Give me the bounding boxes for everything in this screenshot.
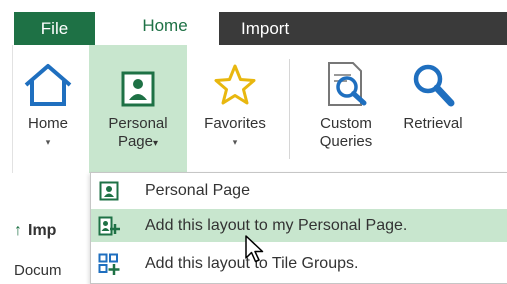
personal-page-dropdown: Personal Page Add this layout to my Pers… bbox=[90, 172, 507, 284]
favorites-label: Favorites bbox=[204, 115, 266, 132]
chevron-down-icon: ▾ bbox=[153, 138, 159, 149]
tab-import[interactable]: Import bbox=[219, 12, 507, 45]
add-person-icon bbox=[91, 216, 127, 236]
custom-queries-button[interactable]: Custom Queries bbox=[303, 45, 389, 173]
document-label: Docum bbox=[14, 262, 62, 279]
document-search-icon bbox=[321, 45, 371, 107]
house-icon bbox=[22, 45, 74, 107]
import-label: Imp bbox=[28, 222, 57, 239]
custom-line1: Custom bbox=[320, 115, 372, 132]
menu-item-personal-page[interactable]: Personal Page bbox=[91, 174, 507, 207]
home-label: Home bbox=[27, 115, 68, 132]
menu-item-add-to-personal-page[interactable]: Add this layout to my Personal Page. bbox=[91, 209, 507, 242]
personal-page-icon bbox=[91, 181, 127, 201]
import-header[interactable]: ↑ Imp bbox=[14, 222, 56, 240]
favorites-button[interactable]: Favorites ▾ bbox=[193, 45, 277, 173]
ribbon: Home ▾ Personal Page▾ Favorites ▾ Custom Que… bbox=[12, 45, 507, 173]
retrieval-label: Retrieval bbox=[403, 115, 463, 132]
personal-page-button[interactable]: Personal Page▾ bbox=[89, 45, 187, 173]
menu-item-add-to-tile-groups[interactable]: Add this layout to Tile Groups. bbox=[91, 247, 507, 280]
menu-item-label: Add this layout to my Personal Page. bbox=[145, 216, 408, 234]
retrieval-button[interactable]: Retrieval bbox=[393, 45, 473, 173]
magnifier-icon bbox=[410, 45, 456, 107]
mouse-cursor-icon bbox=[245, 235, 264, 263]
chevron-down-icon: ▾ bbox=[45, 137, 51, 147]
personal-line1: Personal bbox=[108, 115, 168, 132]
ribbon-separator bbox=[289, 59, 290, 159]
chevron-down-icon: ▾ bbox=[232, 137, 238, 147]
menu-item-label: Personal Page bbox=[145, 181, 250, 199]
menu-item-label: Add this layout to Tile Groups. bbox=[145, 254, 359, 272]
personal-line2: Page bbox=[117, 133, 153, 150]
tab-file[interactable]: File bbox=[14, 12, 95, 45]
tab-bar: File Home Import bbox=[0, 0, 507, 45]
tab-home[interactable]: Home bbox=[111, 6, 219, 45]
custom-line2: Queries bbox=[319, 133, 373, 150]
home-button[interactable]: Home ▾ bbox=[13, 45, 83, 173]
star-icon bbox=[213, 45, 257, 107]
arrow-up-icon: ↑ bbox=[14, 222, 22, 239]
add-tile-icon bbox=[91, 253, 127, 275]
personal-page-icon bbox=[121, 45, 155, 107]
